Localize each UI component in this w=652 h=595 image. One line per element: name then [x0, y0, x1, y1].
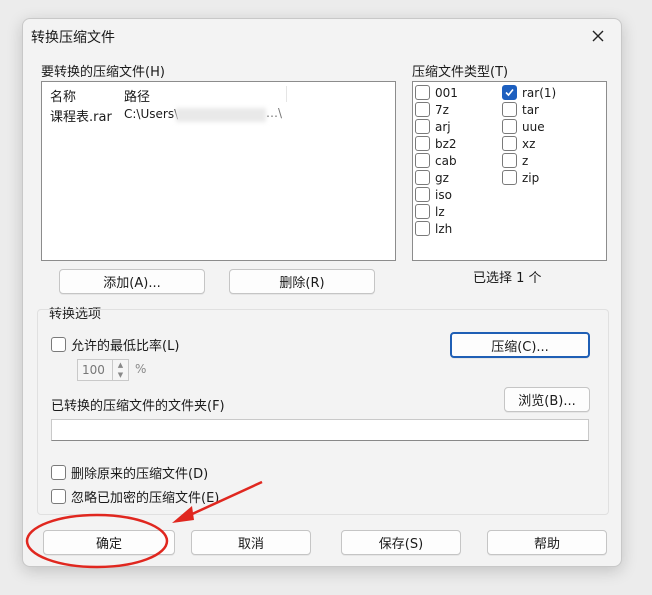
type-item-z[interactable]: z	[502, 153, 528, 168]
type-checkbox[interactable]	[415, 187, 430, 202]
type-item-iso[interactable]: iso	[415, 187, 452, 202]
files-list[interactable]: 名称 路径 课程表.rar C:\Users\ …\	[41, 81, 396, 261]
redacted-path	[176, 108, 266, 122]
types-panel-label: 压缩文件类型(T)	[412, 65, 509, 80]
ratio-value: 100	[82, 363, 105, 377]
type-label: 001	[435, 85, 458, 100]
type-item-rar1[interactable]: rar(1)	[502, 85, 556, 100]
table-row[interactable]: 课程表.rar C:\Users\ …\	[42, 106, 395, 126]
column-header-name[interactable]: 名称	[50, 86, 76, 105]
column-divider	[286, 86, 287, 102]
type-item-001[interactable]: 001	[415, 85, 458, 100]
type-label: z	[522, 153, 529, 168]
delete-original-checkbox[interactable]	[51, 465, 66, 480]
type-label: zip	[522, 170, 540, 185]
type-checkbox[interactable]	[502, 153, 517, 168]
convert-archives-dialog: 转换压缩文件 要转换的压缩文件(H) 名称 路径 课程表.rar C:\User…	[22, 18, 622, 567]
type-checkbox[interactable]	[415, 102, 430, 117]
type-label: bz2	[435, 136, 457, 151]
type-checkbox[interactable]	[415, 204, 430, 219]
type-checkbox[interactable]	[415, 170, 430, 185]
min-ratio-option[interactable]: 允许的最低比率(L)	[51, 335, 179, 354]
type-label: iso	[435, 187, 452, 202]
compress-button[interactable]: 压缩(C)...	[450, 332, 590, 358]
ratio-unit: %	[135, 362, 147, 376]
type-checkbox[interactable]	[502, 85, 517, 100]
files-panel-label: 要转换的压缩文件(H)	[41, 65, 165, 80]
type-item-uue[interactable]: uue	[502, 119, 545, 134]
folder-input[interactable]	[51, 419, 589, 441]
folder-label: 已转换的压缩文件的文件夹(F)	[51, 399, 225, 414]
type-checkbox[interactable]	[415, 221, 430, 236]
type-checkbox[interactable]	[502, 119, 517, 134]
type-label: cab	[435, 153, 457, 168]
close-button[interactable]	[587, 25, 609, 47]
type-label: lzh	[435, 221, 453, 236]
type-label: tar	[522, 102, 539, 117]
types-list[interactable]: 001 7z arj bz2 cab gz iso lz lzh rar(1) tar uue xz z…	[412, 81, 607, 261]
check-icon	[505, 88, 514, 97]
type-item-bz2[interactable]: bz2	[415, 136, 457, 151]
type-checkbox[interactable]	[502, 170, 517, 185]
type-item-lzh[interactable]: lzh	[415, 221, 452, 236]
delete-button[interactable]: 删除(R)	[229, 269, 375, 294]
window-title: 转换压缩文件	[31, 30, 115, 46]
type-label: arj	[435, 119, 451, 134]
file-name: 课程表.rar	[50, 110, 112, 125]
type-checkbox[interactable]	[415, 119, 430, 134]
type-checkbox[interactable]	[415, 85, 430, 100]
min-ratio-checkbox[interactable]	[51, 337, 66, 352]
type-item-gz[interactable]: gz	[415, 170, 449, 185]
stepper-down-icon[interactable]: ▼	[113, 370, 128, 380]
file-path-tail: …\	[266, 106, 283, 120]
file-path: C:\Users\	[124, 107, 179, 121]
add-button[interactable]: 添加(A)...	[59, 269, 205, 294]
min-ratio-label: 允许的最低比率(L)	[71, 339, 180, 354]
browse-button[interactable]: 浏览(B)...	[504, 387, 590, 412]
type-item-zip[interactable]: zip	[502, 170, 539, 185]
type-item-xz[interactable]: xz	[502, 136, 535, 151]
cancel-button[interactable]: 取消	[191, 530, 311, 555]
type-item-arj[interactable]: arj	[415, 119, 451, 134]
delete-original-option[interactable]: 删除原来的压缩文件(D)	[51, 463, 208, 482]
type-label: lz	[435, 204, 445, 219]
save-button[interactable]: 保存(S)	[341, 530, 461, 555]
type-item-lz[interactable]: lz	[415, 204, 445, 219]
type-label: uue	[522, 119, 545, 134]
selected-count: 已选择 1 个	[473, 271, 542, 286]
delete-original-label: 删除原来的压缩文件(D)	[71, 467, 209, 482]
ok-button[interactable]: 确定	[43, 530, 175, 555]
type-checkbox[interactable]	[415, 136, 430, 151]
type-checkbox[interactable]	[502, 136, 517, 151]
stepper-up-icon[interactable]: ▲	[113, 360, 128, 370]
type-label: gz	[435, 170, 449, 185]
type-item-7z[interactable]: 7z	[415, 102, 449, 117]
type-label: xz	[522, 136, 536, 151]
column-header-path[interactable]: 路径	[124, 86, 150, 105]
close-icon	[592, 30, 604, 42]
type-label: rar(1)	[522, 85, 557, 100]
ratio-stepper[interactable]: 100 ▲ ▼	[77, 359, 129, 381]
type-item-cab[interactable]: cab	[415, 153, 457, 168]
ignore-encrypted-option[interactable]: 忽略已加密的压缩文件(E)	[51, 487, 219, 506]
type-checkbox[interactable]	[415, 153, 430, 168]
ignore-encrypted-checkbox[interactable]	[51, 489, 66, 504]
type-item-tar[interactable]: tar	[502, 102, 539, 117]
type-label: 7z	[435, 102, 449, 117]
ignore-encrypted-label: 忽略已加密的压缩文件(E)	[71, 491, 220, 506]
help-button[interactable]: 帮助	[487, 530, 607, 555]
type-checkbox[interactable]	[502, 102, 517, 117]
